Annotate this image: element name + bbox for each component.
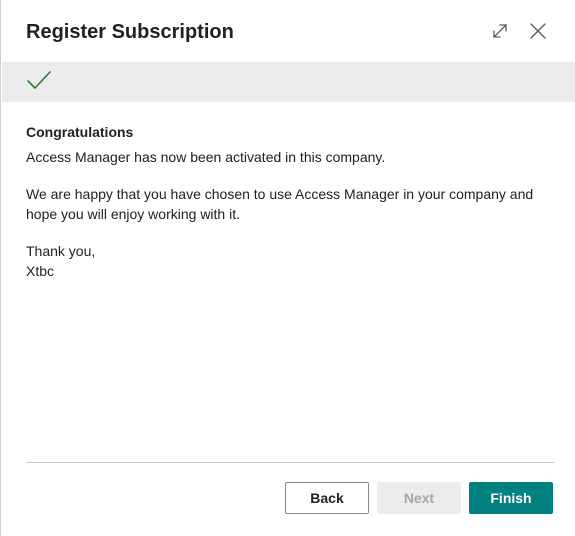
title-actions	[489, 20, 549, 42]
activated-text: Access Manager has now been activated in…	[26, 149, 386, 165]
close-icon[interactable]	[527, 20, 549, 42]
register-subscription-dialog: Register Subscription Congratulations Ac…	[0, 0, 575, 536]
signature-text: Xtbc	[26, 263, 55, 279]
finish-button[interactable]: Finish	[469, 482, 553, 514]
back-button[interactable]: Back	[285, 482, 369, 514]
footer-divider	[26, 462, 554, 463]
dialog-title: Register Subscription	[26, 21, 234, 43]
message-content: Congratulations Access Manager has now b…	[26, 122, 546, 281]
next-button[interactable]: Next	[377, 482, 461, 514]
status-band	[2, 62, 575, 102]
expand-icon[interactable]	[489, 20, 511, 42]
checkmark-icon	[26, 70, 52, 97]
congratulations-heading: Congratulations	[26, 124, 134, 140]
thanks-text: Thank you,	[26, 243, 96, 259]
message-line-2: hope you will enjoy working with it.	[26, 206, 240, 222]
message-line-1: We are happy that you have chosen to use…	[26, 186, 534, 202]
footer-buttons: Back Next Finish	[285, 482, 553, 514]
